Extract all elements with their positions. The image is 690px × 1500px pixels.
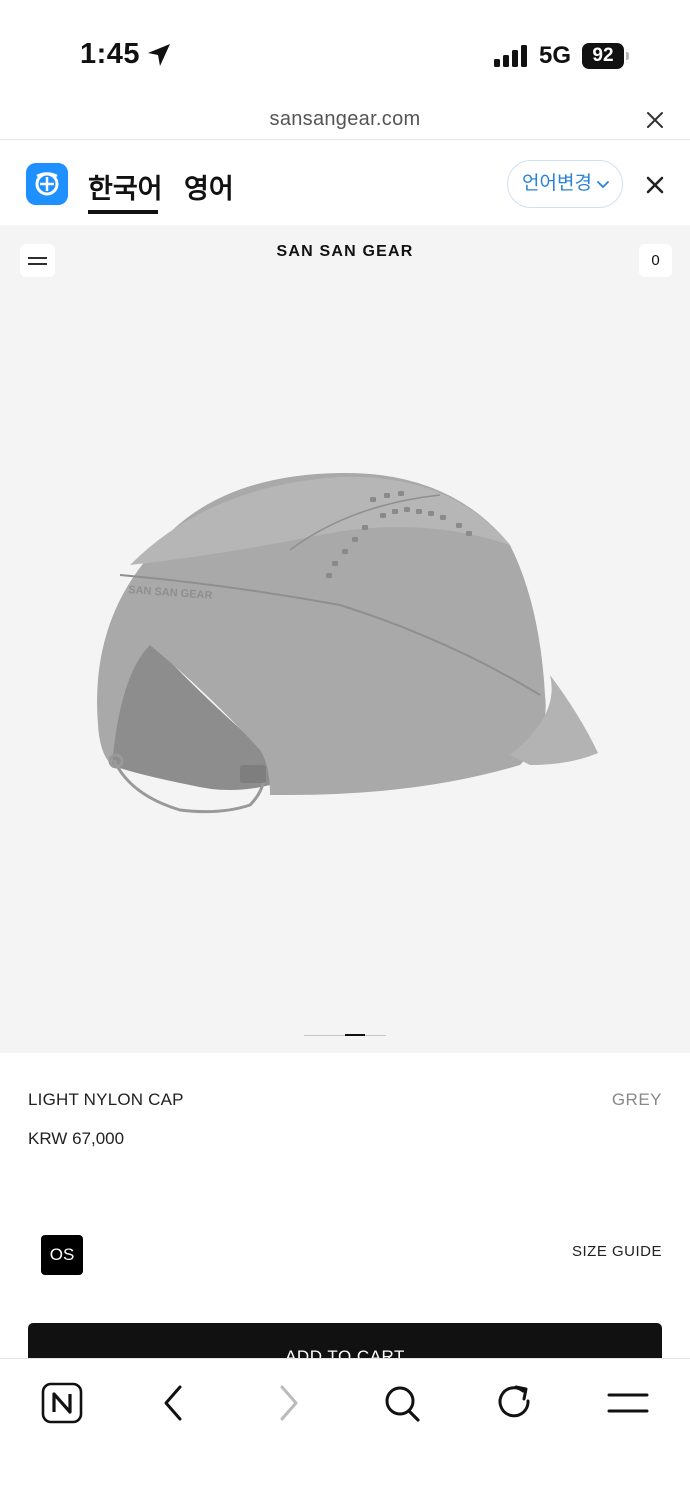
status-bar: 1:45 5G 92 xyxy=(0,0,690,100)
back-icon[interactable] xyxy=(152,1381,196,1425)
forward-icon[interactable] xyxy=(266,1381,310,1425)
product-color: GREY xyxy=(611,1090,662,1109)
battery-icon: 92 xyxy=(582,43,629,69)
network-label: 5G xyxy=(539,42,572,69)
active-tab-indicator xyxy=(88,210,158,214)
size-option-os[interactable]: OS xyxy=(41,1235,83,1275)
browser-toolbar xyxy=(0,1358,690,1500)
carousel-indicator xyxy=(304,1024,386,1036)
product-name: LIGHT NYLON CAP xyxy=(28,1090,184,1109)
battery-level: 92 xyxy=(582,43,624,69)
naver-home-icon[interactable] xyxy=(40,1381,84,1425)
search-icon[interactable] xyxy=(380,1381,424,1425)
url-bar[interactable]: sansangear.com xyxy=(0,100,690,140)
translate-bar: 한국어 영어 언어변경 xyxy=(0,141,690,225)
cart-button[interactable]: 0 xyxy=(639,244,672,277)
size-guide-link[interactable]: SIZE GUIDE xyxy=(572,1243,662,1260)
tab-korean[interactable]: 한국어 xyxy=(88,167,163,206)
reload-icon[interactable] xyxy=(492,1381,536,1425)
translate-logo-icon[interactable] xyxy=(26,163,68,205)
brand-logo[interactable]: SAN SAN GEAR xyxy=(0,243,690,261)
change-language-button[interactable]: 언어변경 xyxy=(507,160,623,208)
url-text[interactable]: sansangear.com xyxy=(0,108,690,131)
close-translate-icon[interactable] xyxy=(644,174,666,196)
product-image-carousel[interactable]: SAN SAN GEAR 0 SAN SAN GEAR xyxy=(0,225,690,1053)
battery-cap xyxy=(626,52,629,60)
product-price: KRW 67,000 xyxy=(28,1129,125,1148)
chevron-down-icon xyxy=(597,181,609,189)
location-arrow-icon xyxy=(148,44,170,66)
tab-english[interactable]: 영어 xyxy=(184,167,234,206)
menu-icon[interactable] xyxy=(606,1381,650,1425)
change-language-label: 언어변경 xyxy=(522,173,592,194)
close-icon[interactable] xyxy=(644,109,666,131)
status-time: 1:45 xyxy=(80,38,141,70)
signal-bars-icon xyxy=(494,45,527,67)
product-image: SAN SAN GEAR xyxy=(97,472,598,814)
